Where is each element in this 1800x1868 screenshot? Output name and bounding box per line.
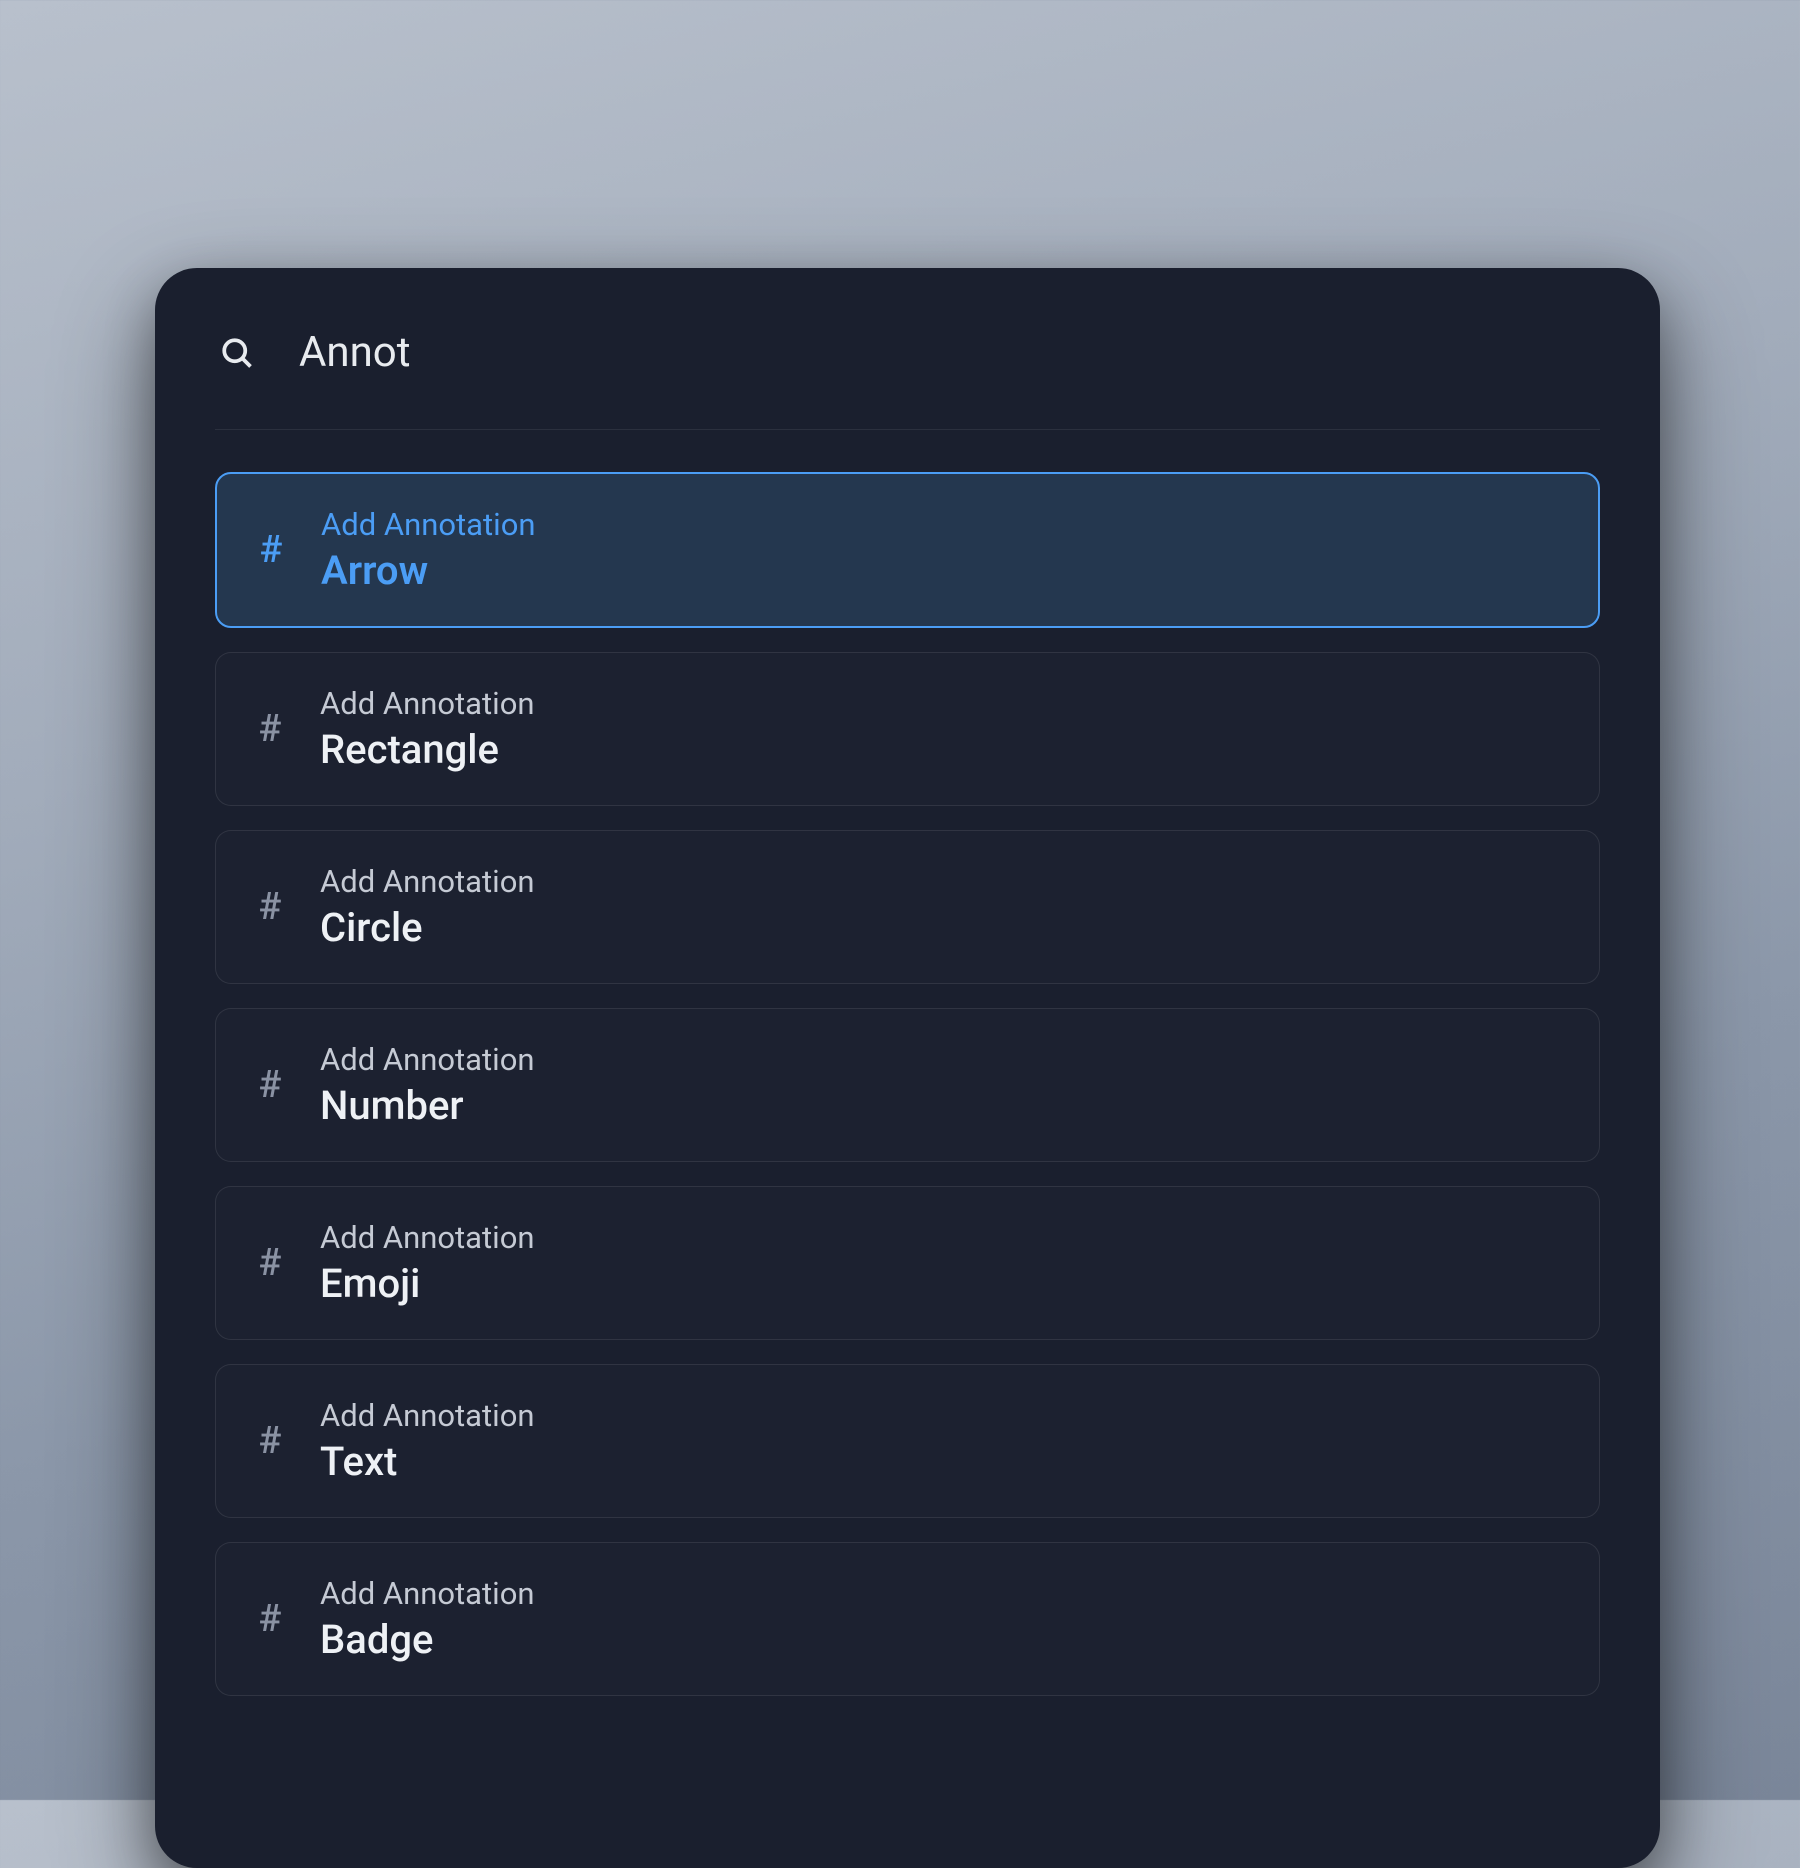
results-list: # Add Annotation Arrow # Add Annotation … (215, 472, 1600, 1696)
result-item-circle[interactable]: # Add Annotation Circle (215, 830, 1600, 984)
result-category: Add Annotation (320, 685, 535, 722)
result-name: Arrow (321, 547, 536, 594)
result-category: Add Annotation (320, 1397, 535, 1434)
result-category: Add Annotation (320, 1219, 535, 1256)
result-text: Add Annotation Badge (320, 1575, 535, 1663)
hash-icon: # (256, 1063, 284, 1107)
hash-icon: # (256, 707, 284, 751)
result-text: Add Annotation Number (320, 1041, 535, 1129)
result-text: Add Annotation Circle (320, 863, 535, 951)
result-category: Add Annotation (320, 863, 535, 900)
result-name: Emoji (320, 1260, 535, 1307)
result-text: Add Annotation Emoji (320, 1219, 535, 1307)
result-item-emoji[interactable]: # Add Annotation Emoji (215, 1186, 1600, 1340)
result-text: Add Annotation Text (320, 1397, 535, 1485)
result-name: Text (320, 1438, 535, 1485)
result-item-rectangle[interactable]: # Add Annotation Rectangle (215, 652, 1600, 806)
search-input[interactable] (299, 328, 1596, 377)
result-category: Add Annotation (320, 1041, 535, 1078)
search-icon (219, 335, 255, 371)
result-item-number[interactable]: # Add Annotation Number (215, 1008, 1600, 1162)
hash-icon: # (256, 1419, 284, 1463)
hash-icon: # (256, 1597, 284, 1641)
result-category: Add Annotation (320, 1575, 535, 1612)
result-item-arrow[interactable]: # Add Annotation Arrow (215, 472, 1600, 628)
search-row (215, 316, 1600, 430)
hash-icon: # (257, 528, 285, 572)
result-category: Add Annotation (321, 506, 536, 543)
result-name: Badge (320, 1616, 535, 1663)
result-name: Number (320, 1082, 535, 1129)
result-text: Add Annotation Rectangle (320, 685, 535, 773)
result-name: Circle (320, 904, 535, 951)
hash-icon: # (256, 885, 284, 929)
hash-icon: # (256, 1241, 284, 1285)
result-item-badge[interactable]: # Add Annotation Badge (215, 1542, 1600, 1696)
result-name: Rectangle (320, 726, 535, 773)
command-palette: # Add Annotation Arrow # Add Annotation … (155, 268, 1660, 1868)
result-text: Add Annotation Arrow (321, 506, 536, 594)
result-item-text[interactable]: # Add Annotation Text (215, 1364, 1600, 1518)
